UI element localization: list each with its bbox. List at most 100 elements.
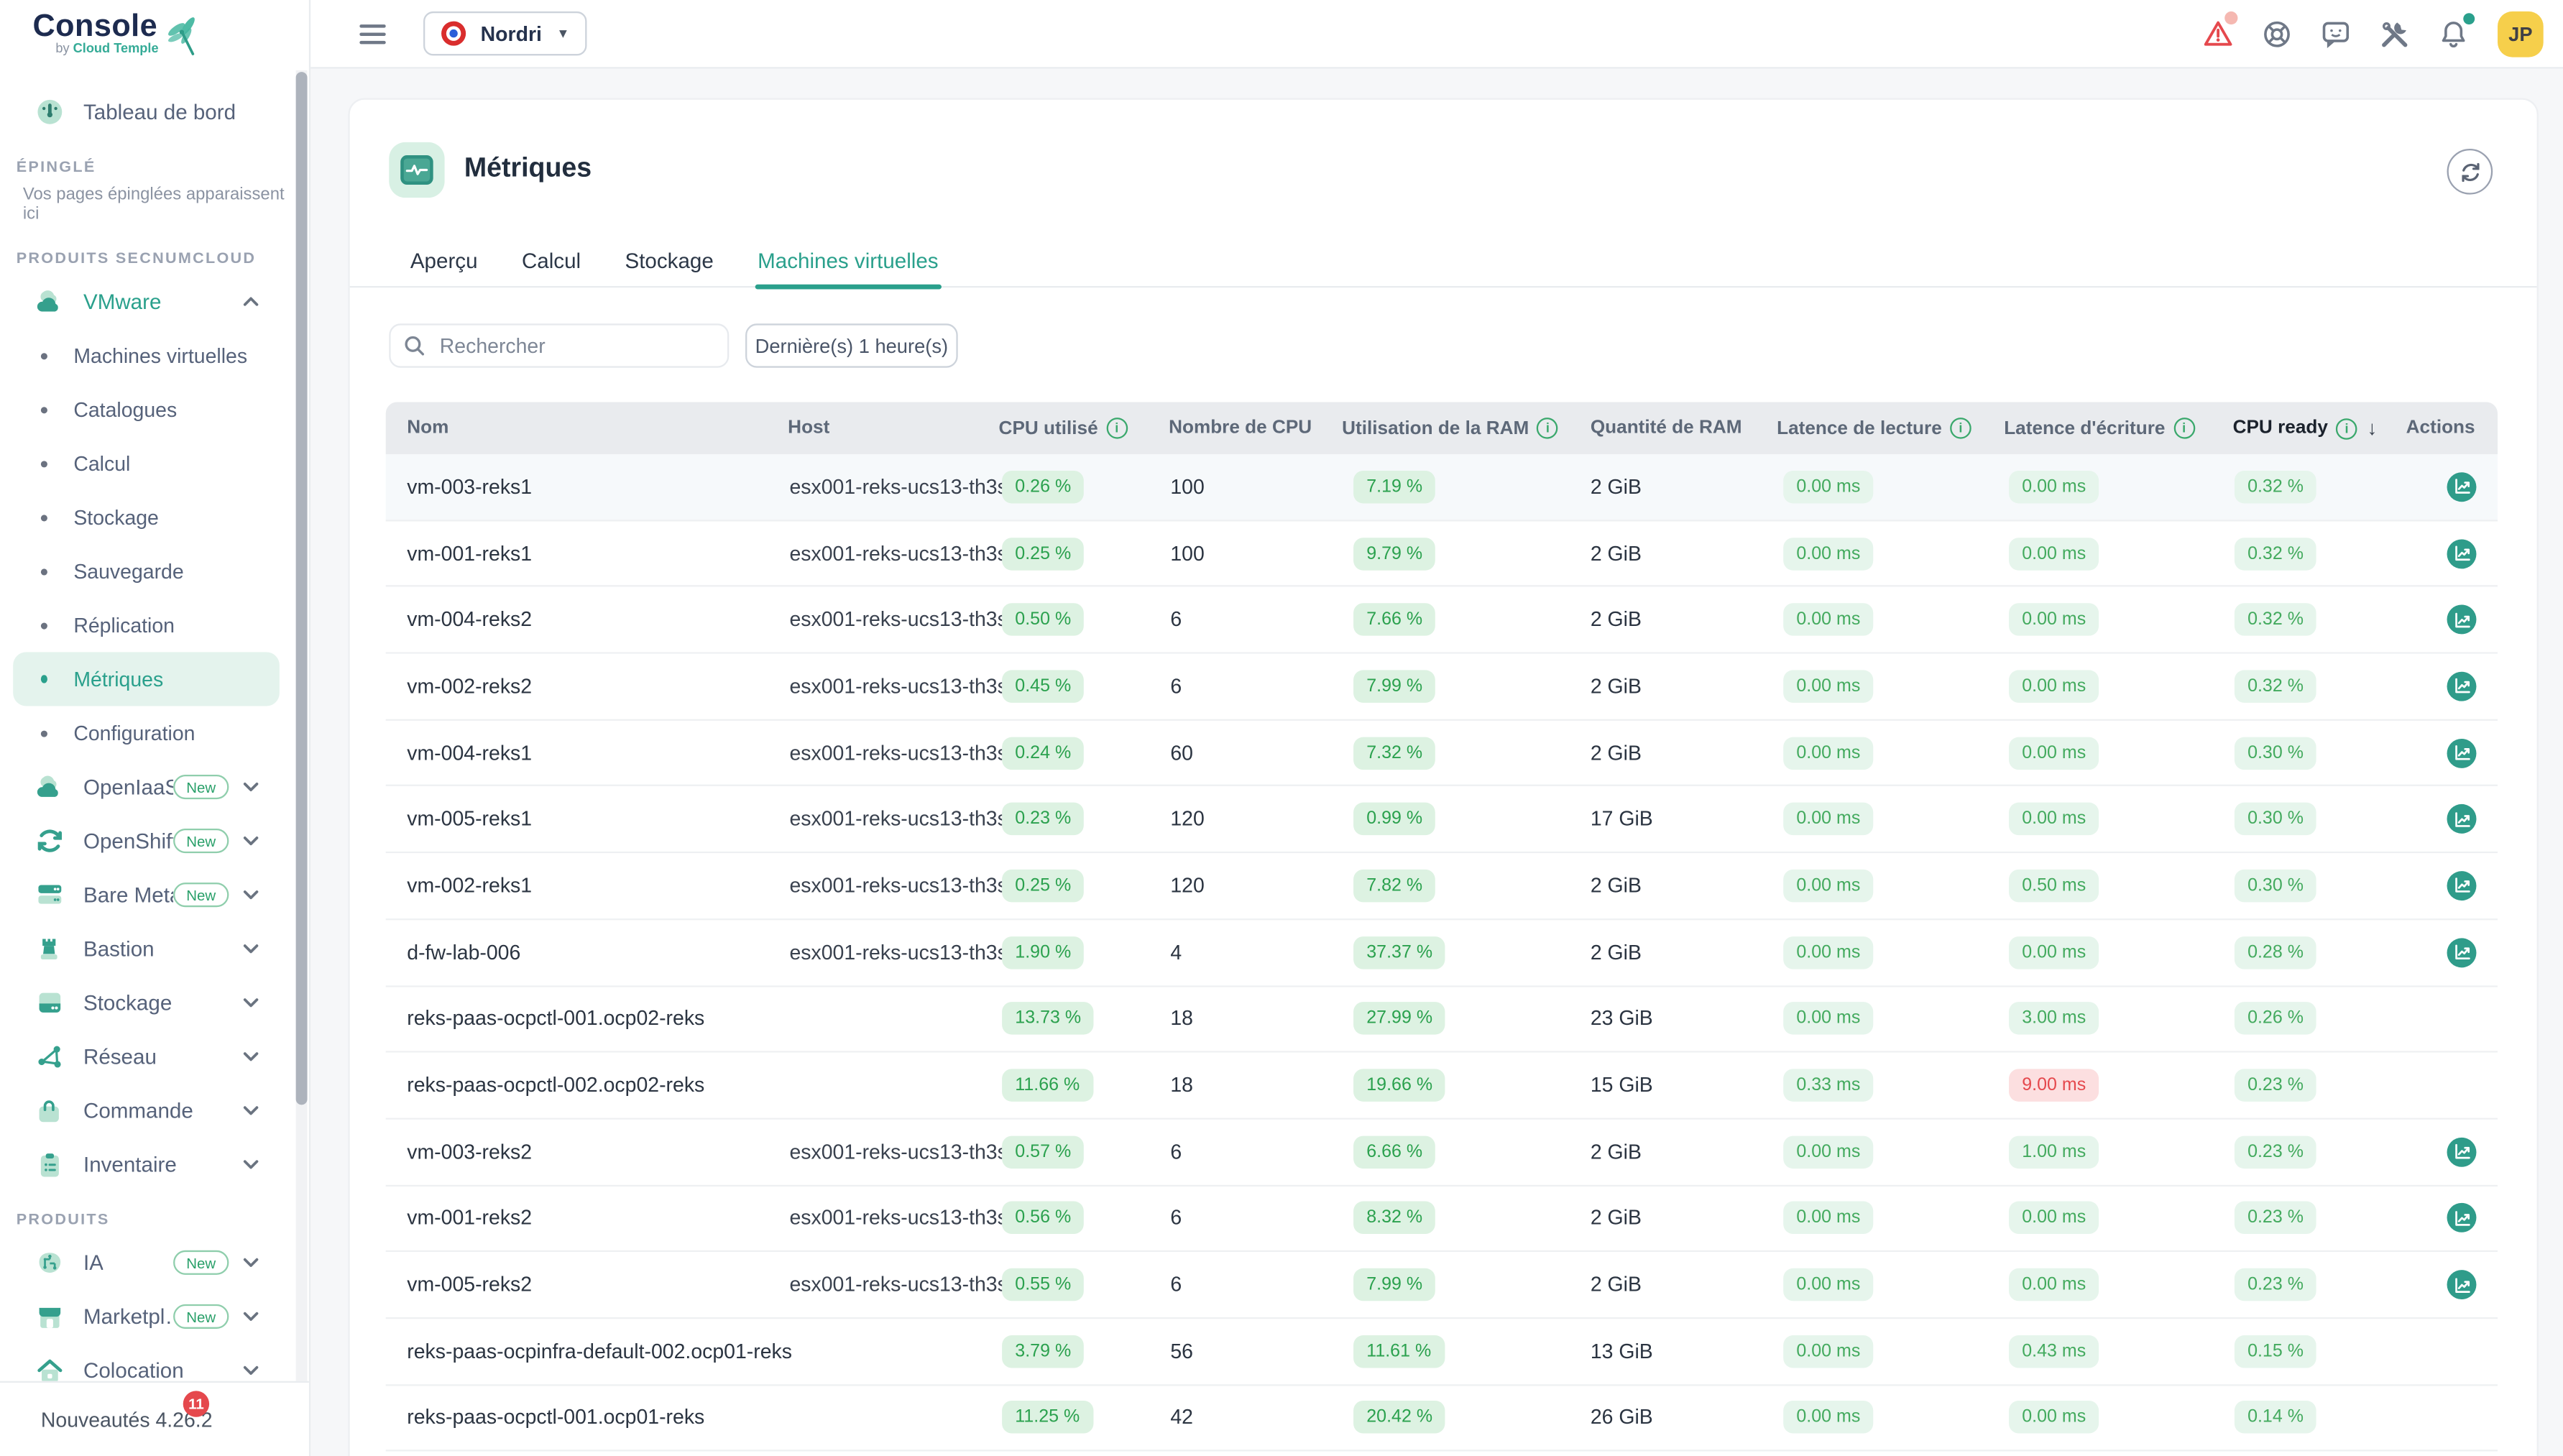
read-latency-badge: 0.00 ms (1783, 670, 1873, 702)
table-row: reks-paas-ocpctl-001.ocp02-reks 13.73 % … (386, 987, 2498, 1054)
info-icon[interactable]: i (2173, 418, 2195, 439)
sidebar-item-bare-metal[interactable]: Bare MetalNew (0, 868, 309, 922)
column-header-actions[interactable]: Actions (2406, 418, 2475, 438)
vm-host: esx001-reks-ucs13-th3s (789, 808, 1007, 831)
lifebuoy-icon[interactable] (2263, 19, 2292, 48)
table-row: vm-005-reks1 esx001-reks-ucs13-th3s 0.23… (386, 787, 2498, 854)
view-chart-button[interactable] (2447, 938, 2477, 967)
avatar[interactable]: JP (2498, 11, 2544, 57)
view-chart-button[interactable] (2447, 671, 2477, 701)
tenant-selector[interactable]: Nordri ▼ (423, 11, 587, 55)
cpu-count: 18 (1170, 1074, 1193, 1097)
sidebar-item-r-plication[interactable]: Réplication (0, 598, 309, 652)
cpu-ready-badge: 0.30 % (2235, 870, 2316, 902)
line-chart-icon (2452, 1276, 2470, 1294)
tab-aper-u[interactable]: Aperçu (410, 234, 478, 286)
sidebar-item-machines-virtuelles[interactable]: Machines virtuelles (0, 328, 309, 382)
sidebar-item-stockage[interactable]: Stockage (0, 976, 309, 1030)
sidebar-item-configuration[interactable]: Configuration (0, 706, 309, 760)
sidebar-item-tableau-de-bord[interactable]: Tableau de bord (0, 85, 309, 139)
bullet-icon (41, 460, 47, 466)
tab-machines-virtuelles[interactable]: Machines virtuelles (758, 234, 938, 286)
menu-toggle-icon[interactable] (359, 24, 385, 43)
column-header-nom[interactable]: Nom (407, 418, 448, 438)
column-header-cpu-utilis[interactable]: CPU utiliséi (999, 418, 1128, 439)
feedback-chat-icon[interactable] (2321, 19, 2350, 48)
ram-quantity: 2 GiB (1591, 475, 1642, 498)
chevron-up-icon (242, 292, 260, 310)
sidebar-item-commande[interactable]: Commande (0, 1084, 309, 1138)
sidebar-item-calcul[interactable]: Calcul (0, 436, 309, 490)
sidebar-item-ia[interactable]: IANew (0, 1235, 309, 1289)
view-chart-button[interactable] (2447, 805, 2477, 834)
alert-triangle-icon[interactable] (2204, 19, 2233, 48)
sidebar-item-bastion[interactable]: Bastion (0, 922, 309, 976)
view-chart-button[interactable] (2447, 605, 2477, 635)
vm-host: esx001-reks-ucs13-th3s (789, 875, 1007, 898)
sidebar-item-openshift[interactable]: OpenShiftNew (0, 814, 309, 868)
view-chart-button[interactable] (2447, 538, 2477, 568)
sidebar-scrollbar-thumb[interactable] (296, 72, 308, 1105)
read-latency-badge: 0.00 ms (1783, 1268, 1873, 1301)
sidebar-item-sauvegarde[interactable]: Sauvegarde (0, 544, 309, 598)
tab-stockage[interactable]: Stockage (625, 234, 714, 286)
sidebar-item-catalogues[interactable]: Catalogues (0, 382, 309, 436)
cpu-ready-badge: 0.32 % (2235, 537, 2316, 569)
search-input[interactable] (436, 333, 714, 359)
column-header-cpu-ready[interactable]: CPU readyi↓ (2233, 417, 2378, 440)
refresh-button[interactable] (2447, 149, 2493, 195)
sidebar-item-r-seau[interactable]: Réseau (0, 1030, 309, 1084)
view-chart-button[interactable] (2447, 871, 2477, 900)
write-latency-badge: 3.00 ms (2009, 1003, 2099, 1035)
column-header-quantit-de-ram[interactable]: Quantité de RAM (1591, 418, 1742, 438)
tenant-roundel-icon (441, 22, 466, 46)
info-icon[interactable]: i (1950, 418, 1971, 439)
sidebar-item-inventaire[interactable]: Inventaire (0, 1138, 309, 1192)
cpu-count: 42 (1170, 1406, 1193, 1429)
ram-usage-badge: 7.32 % (1353, 737, 1435, 769)
write-latency-badge: 0.00 ms (2009, 670, 2099, 702)
sidebar-item-openiaas[interactable]: OpenIaaSNew (0, 760, 309, 814)
column-header-latence-de-lecture[interactable]: Latence de lecturei (1777, 418, 1971, 439)
bell-icon[interactable] (2439, 19, 2468, 48)
column-header-latence-d-criture[interactable]: Latence d'écriturei (2004, 418, 2194, 439)
new-badge: New (173, 1304, 229, 1329)
vm-name: vm-003-reks1 (407, 475, 532, 498)
sidebar-item-stockage[interactable]: Stockage (0, 490, 309, 544)
column-header-nombre-de-cpu[interactable]: Nombre de CPU (1169, 418, 1312, 438)
column-header-utilisation-de-la-ram[interactable]: Utilisation de la RAMi (1342, 418, 1558, 439)
info-icon[interactable]: i (1537, 418, 1559, 439)
ram-usage-badge: 7.99 % (1353, 670, 1435, 702)
cpu-ready-badge: 0.32 % (2235, 670, 2316, 702)
write-latency-badge: 0.00 ms (2009, 1202, 2099, 1234)
ram-usage-badge: 20.42 % (1353, 1401, 1445, 1434)
view-chart-button[interactable] (2447, 472, 2477, 502)
bare-metal-icon (34, 880, 64, 910)
logo[interactable]: Console by Cloud Temple (0, 0, 309, 69)
view-chart-button[interactable] (2447, 738, 2477, 768)
view-chart-button[interactable] (2447, 1270, 2477, 1299)
tools-icon[interactable] (2380, 19, 2409, 48)
storage-icon (34, 988, 64, 1018)
chevron-down-icon (242, 1102, 260, 1120)
vm-host: esx001-reks-ucs13-th3s (789, 609, 1007, 632)
column-header-host[interactable]: Host (788, 418, 829, 438)
view-chart-button[interactable] (2447, 1204, 2477, 1233)
line-chart-icon (2452, 1143, 2470, 1161)
view-chart-button[interactable] (2447, 1137, 2477, 1166)
tab-calcul[interactable]: Calcul (522, 234, 581, 286)
sidebar-item-colocation[interactable]: Colocation (0, 1343, 309, 1381)
cpu-count: 18 (1170, 1008, 1193, 1031)
chevron-down-icon (242, 1156, 260, 1174)
sidebar-item-marketpl[interactable]: Marketpl…New (0, 1289, 309, 1343)
vm-name: vm-003-reks2 (407, 1141, 532, 1164)
info-icon[interactable]: i (1106, 418, 1128, 439)
sidebar-item-m-triques[interactable]: Métriques (13, 652, 280, 706)
sidebar-item-vmware[interactable]: VMware (0, 275, 309, 328)
cpu-count: 4 (1170, 941, 1182, 964)
time-range-filter[interactable]: Dernière(s) 1 heure(s) (745, 323, 958, 367)
info-icon[interactable]: i (2336, 418, 2357, 439)
write-latency-badge: 0.43 ms (2009, 1335, 2099, 1368)
sidebar-section-label: PRODUITS SECNUMCLOUD (0, 231, 309, 275)
chevron-down-icon: ▼ (556, 26, 569, 40)
